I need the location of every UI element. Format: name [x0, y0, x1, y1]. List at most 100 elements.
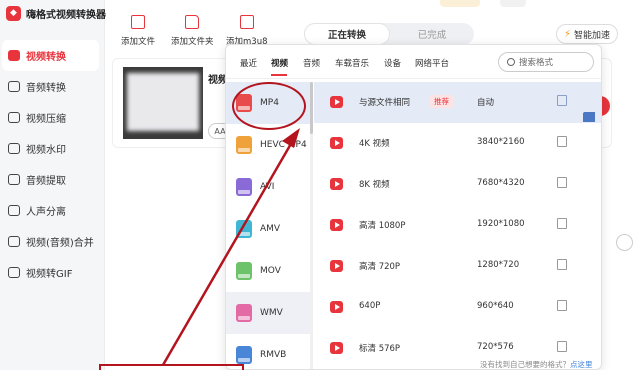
sidebar-nav: 视频转换 音频转换 视频压缩 视频水印 音频提取 人声分离 视频(音频)合并 视… — [0, 40, 105, 288]
tab-web-platform[interactable]: 网络平台 — [415, 57, 449, 69]
format-item-mov[interactable]: MOV — [226, 250, 310, 292]
sidebar-item-label: 视频水印 — [26, 145, 66, 156]
sidebar-item-video-gif[interactable]: 视频转GIF — [0, 257, 105, 288]
sidebar-item-label: 人声分离 — [26, 207, 66, 218]
format-label: WMV — [260, 308, 283, 318]
tab-device[interactable]: 设备 — [384, 57, 401, 69]
video-play-icon — [330, 137, 343, 149]
video-thumbnail[interactable] — [123, 67, 203, 139]
resolution-row[interactable]: 高清 720P 1280*720 — [314, 246, 601, 287]
resolution-value: 1920*1080 — [477, 219, 525, 229]
edit-icon[interactable] — [557, 95, 567, 106]
sidebar-item-audio-convert[interactable]: 音频转换 — [0, 71, 105, 102]
add-m3u8-button[interactable]: 添加m3u8 — [226, 15, 267, 47]
resolution-row[interactable]: 8K 视频 7680*4320 — [314, 164, 601, 205]
resolution-value: 3840*2160 — [477, 137, 525, 147]
video-play-icon — [330, 342, 343, 354]
selected-check-icon — [583, 112, 595, 122]
add-folder-icon — [185, 15, 200, 29]
sidebar-item-audio-extract[interactable]: 音频提取 — [0, 164, 105, 195]
sidebar-item-video-compress[interactable]: 视频压缩 — [0, 102, 105, 133]
tab-video[interactable]: 视频 — [271, 57, 288, 69]
format-label: HEVC MP4 — [260, 140, 307, 150]
gif-icon — [8, 267, 20, 278]
sidebar-item-voice-separate[interactable]: 人声分离 — [0, 195, 105, 226]
merge-icon — [8, 236, 20, 247]
scroll-indicator[interactable] — [616, 234, 633, 251]
smart-speed-label: 智能加速 — [574, 30, 611, 41]
sidebar-item-video-convert[interactable]: 视频转换 — [2, 40, 99, 71]
sidebar-item-label: 视频转换 — [26, 52, 66, 63]
add-file-icon — [131, 15, 145, 29]
resolution-value: 1280*720 — [477, 260, 520, 270]
app-logo-icon: ◆ — [6, 5, 21, 21]
tab-done[interactable]: 已完成 — [390, 23, 474, 45]
search-placeholder: 搜索格式 — [519, 58, 554, 68]
format-list-scrollbar-thumb[interactable] — [310, 82, 313, 134]
format-label: AVI — [260, 182, 275, 192]
edit-icon[interactable] — [557, 300, 567, 311]
sidebar-item-label: 视频转GIF — [26, 269, 73, 280]
hevc-file-icon — [236, 136, 252, 154]
edit-icon[interactable] — [557, 218, 567, 229]
format-item-amv[interactable]: AMV — [226, 208, 310, 250]
footer-link[interactable]: 点这里 — [570, 360, 593, 369]
resolution-row[interactable]: 640P 960*640 — [314, 287, 601, 328]
smart-speed-button[interactable]: ⚡ 智能加速 — [556, 24, 618, 44]
watermark-icon — [8, 143, 20, 154]
avi-file-icon — [236, 178, 252, 196]
format-item-hevc-mp4[interactable]: HEVC MP4 — [226, 124, 310, 166]
sidebar-item-label: 视频压缩 — [26, 114, 66, 125]
edit-icon[interactable] — [557, 177, 567, 188]
tab-audio[interactable]: 音频 — [303, 57, 320, 69]
video-play-icon — [330, 260, 343, 272]
footer-text: 没有找到自己想要的格式？ — [480, 360, 570, 369]
annotation-box — [99, 364, 244, 370]
format-item-avi[interactable]: AVI — [226, 166, 310, 208]
sidebar-item-watermark[interactable]: 视频水印 — [0, 133, 105, 164]
sidebar-item-merge[interactable]: 视频(音频)合并 — [0, 226, 105, 257]
amv-file-icon — [236, 220, 252, 238]
add-m3u8-icon — [239, 15, 254, 29]
tab-converting[interactable]: 正在转换 — [304, 23, 390, 45]
resolution-name: 标清 576P — [359, 344, 401, 354]
sidebar-item-label: 视频(音频)合并 — [26, 238, 94, 249]
resolution-list: 与源文件相同 推荐 自动 4K 视频 3840*2160 8K 视频 7680*… — [314, 82, 601, 369]
format-item-wmv[interactable]: WMV — [226, 292, 310, 334]
tab-car-music[interactable]: 车载音乐 — [335, 57, 369, 69]
add-file-button[interactable]: 添加文件 — [121, 15, 155, 47]
video-play-icon — [330, 96, 343, 108]
format-search-input[interactable]: 搜索格式 — [498, 52, 594, 72]
video-play-icon — [330, 301, 343, 313]
video-play-icon — [330, 178, 343, 190]
voice-separate-icon — [8, 205, 20, 216]
search-icon — [507, 58, 515, 66]
resolution-value: 自动 — [477, 98, 495, 108]
panel-footer: 没有找到自己想要的格式？点这里 — [480, 359, 593, 369]
sidebar-item-label: 音频提取 — [26, 176, 66, 187]
sidebar: ◆ 嗨格式视频转换器 视频转换 音频转换 视频压缩 视频水印 音频提取 人声分离… — [0, 0, 106, 370]
edit-icon[interactable] — [557, 341, 567, 352]
audio-extract-icon — [8, 174, 20, 185]
rmvb-file-icon — [236, 346, 252, 364]
wmv-file-icon — [236, 304, 252, 322]
add-folder-label: 添加文件夹 — [171, 37, 214, 47]
edit-icon[interactable] — [557, 259, 567, 270]
video-compress-icon — [8, 112, 20, 123]
video-play-icon — [330, 219, 343, 231]
resolution-row[interactable]: 高清 1080P 1920*1080 — [314, 205, 601, 246]
video-convert-icon — [8, 50, 20, 61]
tab-recent[interactable]: 最近 — [240, 57, 257, 69]
edit-icon[interactable] — [557, 136, 567, 147]
resolution-row[interactable]: 4K 视频 3840*2160 — [314, 123, 601, 164]
recommend-badge: 推荐 — [430, 95, 453, 108]
resolution-value: 720*576 — [477, 342, 514, 352]
format-label: MOV — [260, 266, 281, 276]
add-folder-button[interactable]: 添加文件夹 — [171, 15, 214, 47]
mov-file-icon — [236, 262, 252, 280]
resolution-row[interactable]: 与源文件相同 推荐 自动 — [314, 82, 601, 123]
app-title: ◆ 嗨格式视频转换器 — [6, 5, 106, 21]
sidebar-item-label: 音频转换 — [26, 83, 66, 94]
resolution-name: 4K 视频 — [359, 139, 390, 149]
audio-convert-icon — [8, 81, 20, 92]
